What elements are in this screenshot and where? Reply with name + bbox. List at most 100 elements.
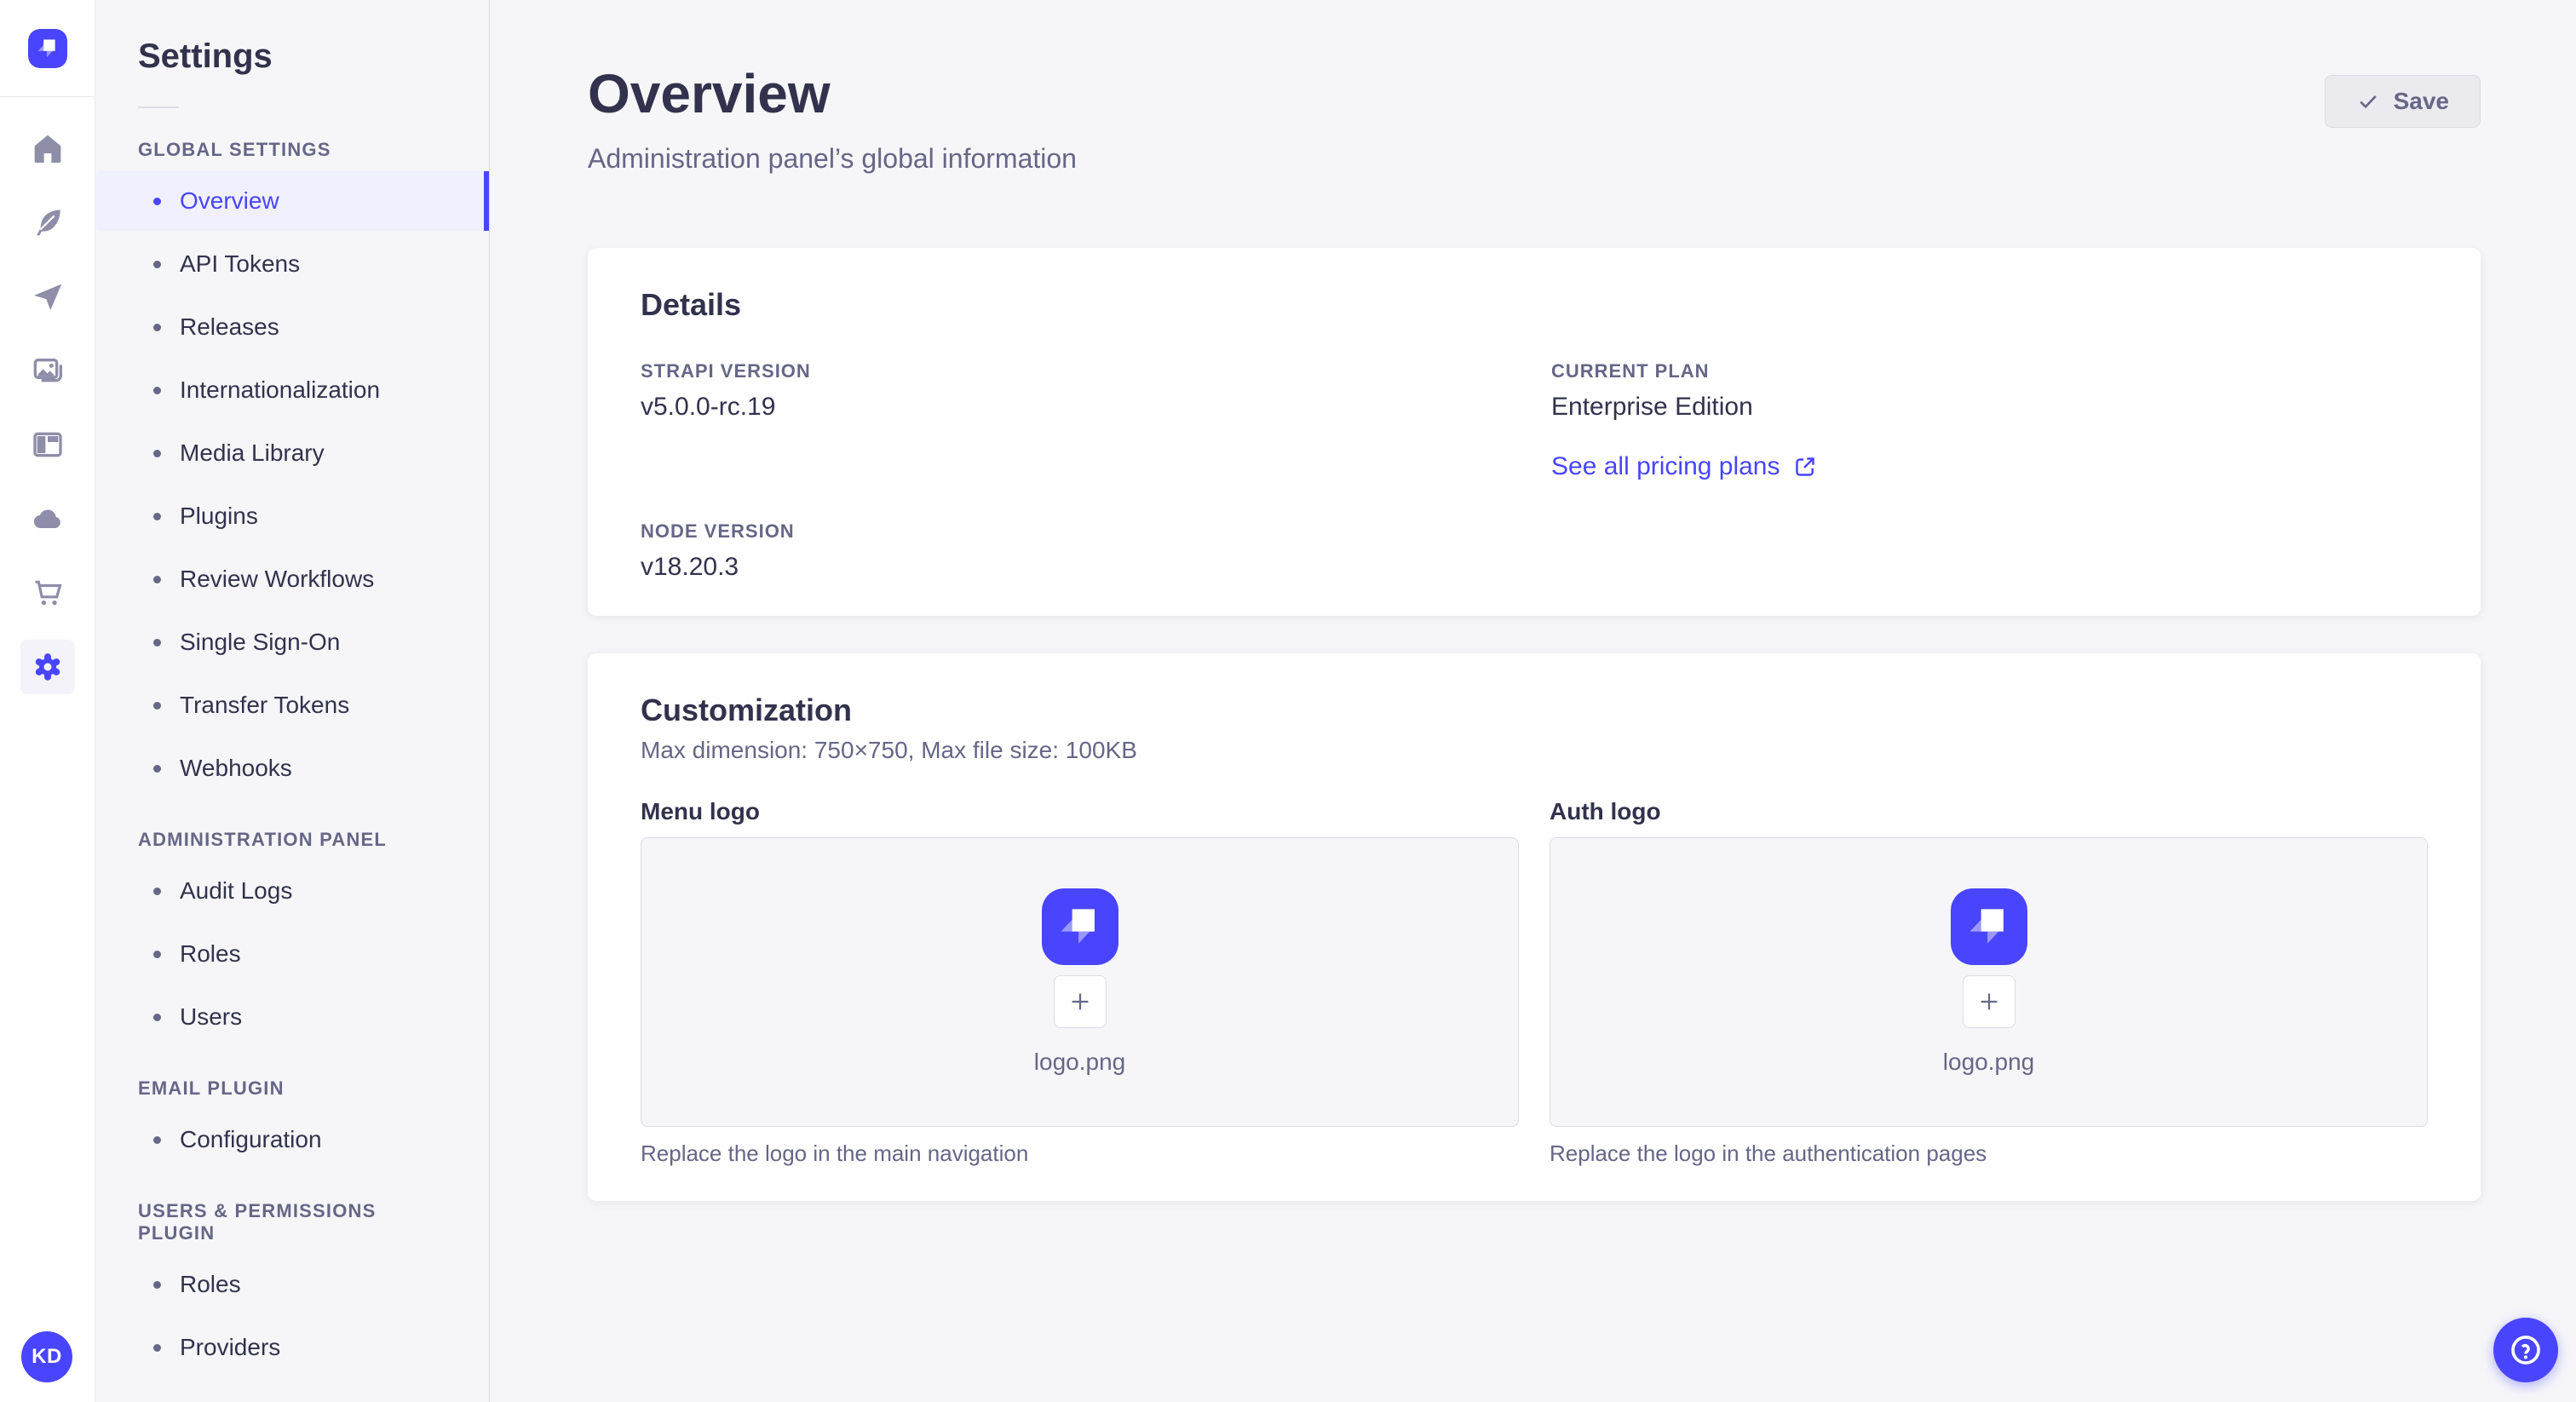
nav-content-type-builder-button[interactable] bbox=[20, 417, 75, 472]
sidebar-item-admin-roles[interactable]: Roles bbox=[96, 924, 489, 984]
sidebar-item-label: Roles bbox=[180, 940, 241, 967]
sidebar-title: Settings bbox=[138, 37, 273, 75]
sidebar-item-internationalization[interactable]: Internationalization bbox=[96, 360, 489, 420]
pricing-plans-link-label: See all pricing plans bbox=[1551, 452, 1780, 480]
auth-logo-label: Auth logo bbox=[1550, 798, 1661, 825]
bullet-icon bbox=[153, 1013, 161, 1021]
sidebar-item-single-sign-on[interactable]: Single Sign-On bbox=[96, 612, 489, 672]
sidebar-item-email-configuration[interactable]: Configuration bbox=[96, 1110, 489, 1169]
sidebar-item-label: Users bbox=[180, 1003, 243, 1030]
feather-icon bbox=[36, 210, 60, 236]
nav-home-button[interactable] bbox=[20, 121, 75, 175]
home-icon bbox=[34, 135, 60, 163]
rail-divider bbox=[0, 96, 95, 97]
details-card: Details STRAPI VERSION v5.0.0-rc.19 CURR… bbox=[588, 248, 2481, 616]
sidebar-item-label: API Tokens bbox=[180, 250, 301, 277]
auth-logo-filename: logo.png bbox=[1942, 1049, 2035, 1075]
settings-sidebar: Settings GLOBAL SETTINGS Overview API To… bbox=[96, 0, 490, 1402]
active-indicator bbox=[484, 171, 489, 231]
bullet-icon bbox=[153, 323, 161, 331]
nav-media-library-button[interactable] bbox=[20, 343, 75, 398]
bullet-icon bbox=[153, 887, 161, 895]
details-card-title: Details bbox=[641, 287, 742, 322]
check-icon bbox=[2359, 95, 2377, 109]
menu-logo-filename: logo.png bbox=[1033, 1049, 1126, 1075]
auth-logo-field: Auth logo logo.png Replace the logo in t… bbox=[1550, 798, 2428, 1167]
node-version-field: NODE VERSION v18.20.3 bbox=[641, 520, 1517, 582]
cart-icon bbox=[35, 580, 62, 606]
current-plan-field: CURRENT PLAN Enterprise Edition See all … bbox=[1551, 360, 2428, 481]
auth-logo-upload-area[interactable]: logo.png bbox=[1550, 837, 2428, 1127]
menu-logo-upload-area[interactable]: logo.png bbox=[641, 837, 1519, 1127]
sidebar-item-admin-users[interactable]: Users bbox=[96, 987, 489, 1047]
nav-section-heading-users-permissions: USERS & PERMISSIONS PLUGIN bbox=[138, 1200, 377, 1244]
media-gallery-icon bbox=[33, 358, 62, 382]
gear-icon bbox=[35, 653, 60, 681]
plus-icon bbox=[1072, 993, 1088, 1010]
nav-section-heading-global: GLOBAL SETTINGS bbox=[138, 139, 331, 160]
save-button[interactable]: Save bbox=[2324, 75, 2481, 128]
question-mark-icon bbox=[2511, 1336, 2540, 1365]
sidebar-item-label: Transfer Tokens bbox=[180, 692, 350, 718]
strapi-version-field: STRAPI VERSION v5.0.0-rc.19 bbox=[641, 360, 1517, 481]
sidebar-item-label: Providers bbox=[180, 1334, 281, 1360]
menu-logo-add-button[interactable] bbox=[1053, 975, 1107, 1028]
bullet-icon bbox=[153, 638, 161, 646]
node-version-label: NODE VERSION bbox=[641, 520, 795, 542]
sidebar-item-up-roles[interactable]: Roles bbox=[96, 1255, 489, 1314]
main-nav-rail: KD bbox=[0, 0, 95, 1402]
help-button[interactable] bbox=[2493, 1318, 2558, 1382]
bullet-icon bbox=[153, 260, 161, 268]
menu-logo-caption: Replace the logo in the main navigation bbox=[641, 1141, 1029, 1166]
customization-card-subtitle: Max dimension: 750×750, Max file size: 1… bbox=[641, 737, 1137, 763]
pricing-plans-link[interactable]: See all pricing plans bbox=[1551, 452, 1818, 481]
bullet-icon bbox=[153, 1343, 161, 1352]
nav-cloud-button[interactable] bbox=[20, 491, 75, 546]
strapi-logo-preview bbox=[1950, 888, 2027, 965]
sidebar-item-api-tokens[interactable]: API Tokens bbox=[96, 234, 489, 294]
sidebar-item-label: Roles bbox=[180, 1271, 241, 1297]
main-content: Overview Administration panel’s global i… bbox=[491, 0, 2576, 1402]
strapi-version-value: v5.0.0-rc.19 bbox=[641, 393, 776, 421]
bullet-icon bbox=[153, 764, 161, 773]
nav-section-heading-email-plugin: EMAIL PLUGIN bbox=[138, 1077, 285, 1099]
sidebar-title-divider bbox=[138, 106, 179, 108]
sidebar-item-label: Audit Logs bbox=[180, 877, 293, 904]
menu-logo-label: Menu logo bbox=[641, 798, 760, 825]
user-avatar[interactable]: KD bbox=[21, 1331, 72, 1382]
plus-icon bbox=[1981, 993, 1997, 1010]
bullet-icon bbox=[153, 512, 161, 520]
page-title: Overview bbox=[588, 63, 831, 124]
sidebar-item-label: Internationalization bbox=[180, 376, 381, 403]
auth-logo-add-button[interactable] bbox=[1962, 975, 2015, 1028]
menu-logo-field: Menu logo logo.png Replace the logo in t… bbox=[641, 798, 1519, 1167]
sidebar-item-label: Releases bbox=[180, 313, 279, 340]
node-version-value: v18.20.3 bbox=[641, 553, 739, 581]
sidebar-item-plugins[interactable]: Plugins bbox=[96, 486, 489, 546]
strapi-logo-icon[interactable] bbox=[27, 29, 67, 68]
bullet-icon bbox=[153, 449, 161, 457]
sidebar-item-label: Plugins bbox=[180, 503, 258, 529]
sidebar-item-releases[interactable]: Releases bbox=[96, 297, 489, 357]
nav-settings-button[interactable] bbox=[20, 640, 75, 694]
sidebar-item-label: Configuration bbox=[180, 1126, 322, 1152]
nav-content-manager-button[interactable] bbox=[20, 195, 75, 250]
nav-releases-button[interactable] bbox=[20, 269, 75, 324]
page-subtitle: Administration panel’s global informatio… bbox=[588, 143, 1077, 174]
sidebar-item-audit-logs[interactable]: Audit Logs bbox=[96, 861, 489, 921]
nav-marketplace-button[interactable] bbox=[20, 566, 75, 620]
customization-card: Customization Max dimension: 750×750, Ma… bbox=[588, 653, 2481, 1201]
sidebar-item-overview[interactable]: Overview bbox=[96, 171, 489, 231]
bullet-icon bbox=[153, 197, 161, 205]
sidebar-item-label: Review Workflows bbox=[180, 566, 375, 592]
bullet-icon bbox=[153, 1135, 161, 1144]
customization-card-title: Customization bbox=[641, 692, 852, 727]
sidebar-item-up-providers[interactable]: Providers bbox=[96, 1318, 489, 1377]
sidebar-item-media-library[interactable]: Media Library bbox=[96, 423, 489, 483]
external-link-icon bbox=[1795, 457, 1814, 476]
bullet-icon bbox=[153, 386, 161, 394]
sidebar-item-review-workflows[interactable]: Review Workflows bbox=[96, 549, 489, 609]
settings-nav-list: GLOBAL SETTINGS Overview API Tokens Rele… bbox=[96, 139, 489, 1377]
sidebar-item-transfer-tokens[interactable]: Transfer Tokens bbox=[96, 675, 489, 735]
sidebar-item-webhooks[interactable]: Webhooks bbox=[96, 738, 489, 798]
